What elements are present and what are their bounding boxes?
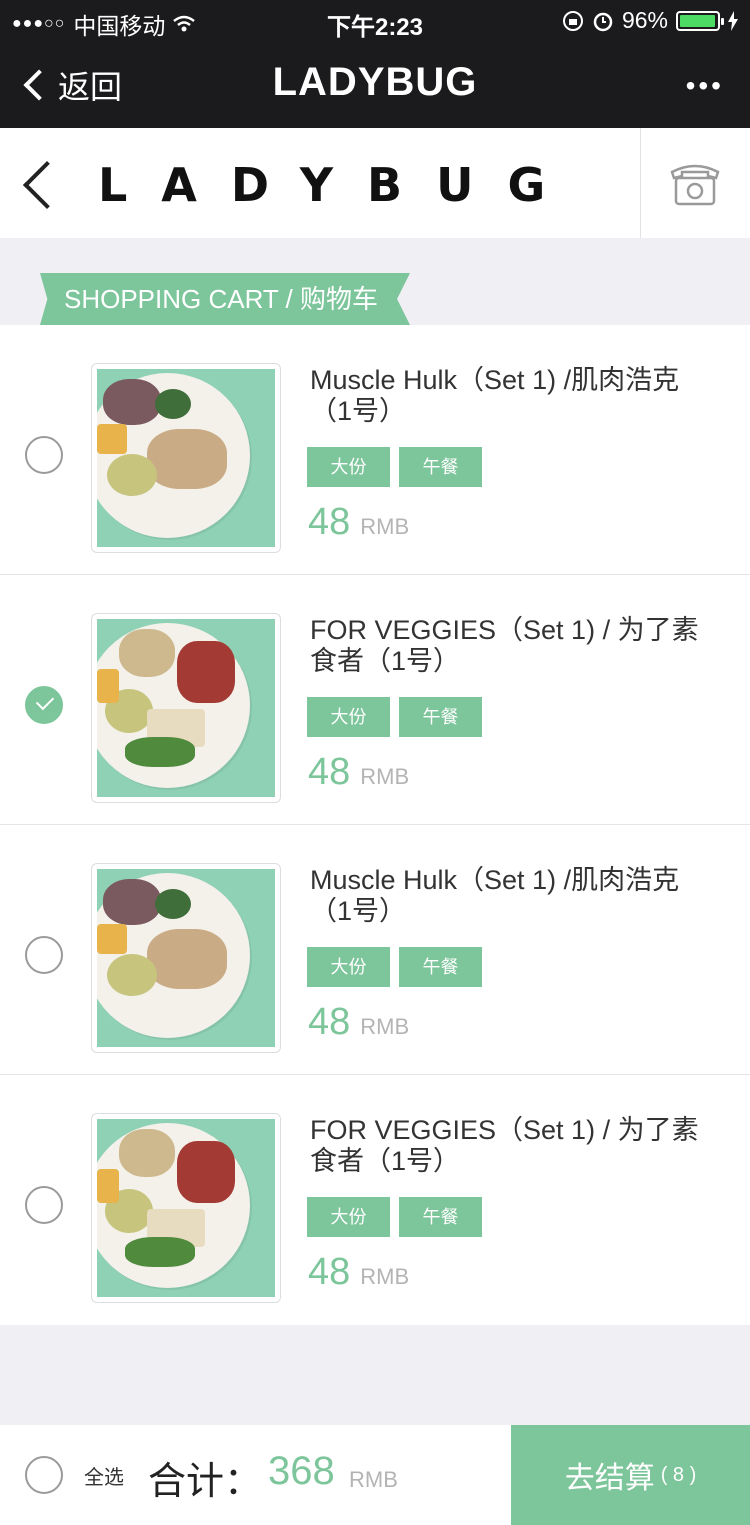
food-carrot — [97, 1169, 119, 1203]
dish-image — [97, 869, 275, 1047]
item-select-radio[interactable] — [25, 686, 63, 724]
item-price-currency: RMB — [360, 514, 410, 539]
checkout-count: ( 8 ) — [660, 1463, 697, 1486]
dish-image — [97, 1119, 275, 1297]
item-thumbnail[interactable] — [91, 1113, 281, 1303]
total-currency: RMB — [349, 1467, 398, 1492]
item-tag: 大份 — [307, 697, 390, 737]
cart-item[interactable]: FOR VEGGIES（Set 1) / 为了素食者（1号） 大份 午餐 48 RMB — [0, 575, 750, 825]
header-divider — [640, 128, 641, 238]
food-hummus — [107, 954, 157, 996]
item-price-currency: RMB — [360, 1014, 410, 1039]
item-thumbnail[interactable] — [91, 363, 281, 553]
item-name[interactable]: Muscle Hulk（Set 1) /肌肉浩克（1号） — [310, 365, 720, 427]
nav-bar: 返回 LADYBUG ••• — [0, 40, 750, 128]
item-price-value: 48 — [308, 501, 351, 543]
checkout-label: 去结算 — [564, 1462, 655, 1495]
section-ribbon: SHOPPING CART / 购物车 — [40, 273, 410, 325]
item-select-radio[interactable] — [25, 936, 63, 974]
item-price-value: 48 — [308, 1001, 351, 1043]
alarm-icon — [593, 12, 613, 31]
item-price: 48 RMB — [308, 751, 409, 794]
page-title: LADYBUG — [272, 60, 478, 104]
item-tags: 大份 午餐 — [307, 697, 482, 737]
food-rice — [103, 879, 161, 925]
item-price-currency: RMB — [360, 764, 410, 789]
item-price-value: 48 — [308, 751, 351, 793]
item-select-radio[interactable] — [25, 1186, 63, 1224]
charging-icon — [728, 10, 738, 31]
item-tag: 午餐 — [399, 697, 482, 737]
food-beets — [177, 641, 235, 703]
item-tag: 大份 — [307, 1197, 390, 1237]
item-name[interactable]: Muscle Hulk（Set 1) /肌肉浩克（1号） — [310, 865, 720, 927]
orientation-lock-icon — [562, 10, 583, 31]
food-greens — [155, 889, 191, 919]
food-rice — [103, 379, 161, 425]
food-arugula — [125, 1237, 195, 1267]
item-tag: 大份 — [307, 447, 390, 487]
item-price: 48 RMB — [308, 501, 409, 544]
item-price-currency: RMB — [360, 1264, 410, 1289]
cart-item[interactable]: FOR VEGGIES（Set 1) / 为了素食者（1号） 大份 午餐 48 RMB — [0, 1075, 750, 1325]
select-all-radio[interactable] — [25, 1456, 63, 1494]
food-grains — [119, 629, 175, 677]
phone-icon[interactable] — [668, 158, 722, 208]
food-beets — [177, 1141, 235, 1203]
item-tags: 大份 午餐 — [307, 947, 482, 987]
checkout-bar: 全选 合计： 368 RMB 去结算 ( 8 ) — [0, 1425, 750, 1525]
brand-logo-text: LADYBUG — [98, 158, 580, 212]
food-carrot — [97, 924, 127, 954]
brand-logo[interactable]: LADYBUG — [18, 158, 579, 212]
item-price: 48 RMB — [308, 1251, 409, 1294]
cart-item[interactable]: Muscle Hulk（Set 1) /肌肉浩克（1号） 大份 午餐 48 RMB — [0, 825, 750, 1075]
item-thumbnail[interactable] — [91, 863, 281, 1053]
dish-image — [97, 369, 275, 547]
item-tag: 午餐 — [399, 1197, 482, 1237]
item-tag: 大份 — [307, 947, 390, 987]
item-thumbnail[interactable] — [91, 613, 281, 803]
food-hummus — [107, 454, 157, 496]
food-carrot — [97, 424, 127, 454]
item-select-radio[interactable] — [25, 436, 63, 474]
food-greens — [155, 389, 191, 419]
total-label: 合计： — [148, 1461, 263, 1503]
item-tag: 午餐 — [399, 947, 482, 987]
cart-list: Muscle Hulk（Set 1) /肌肉浩克（1号） 大份 午餐 48 RMB FOR… — [0, 325, 750, 1325]
food-grains — [119, 1129, 175, 1177]
item-tags: 大份 午餐 — [307, 447, 482, 487]
food-carrot — [97, 669, 119, 703]
battery-icon — [676, 10, 724, 31]
item-price: 48 RMB — [308, 1001, 409, 1044]
item-name[interactable]: FOR VEGGIES（Set 1) / 为了素食者（1号） — [310, 615, 720, 677]
item-tags: 大份 午餐 — [307, 1197, 482, 1237]
top-bar: ●●●○○ 中国移动 下午2:23 96% 返回 LADYBUG ••• — [0, 0, 750, 128]
dish-image — [97, 619, 275, 797]
food-chicken — [147, 429, 227, 489]
cart-item[interactable]: Muscle Hulk（Set 1) /肌肉浩克（1号） 大份 午餐 48 RMB — [0, 325, 750, 575]
checkout-button[interactable]: 去结算 ( 8 ) — [511, 1425, 750, 1525]
brand-header: LADYBUG — [0, 128, 750, 238]
item-price-value: 48 — [308, 1251, 351, 1293]
food-chicken — [147, 929, 227, 989]
item-name[interactable]: FOR VEGGIES（Set 1) / 为了素食者（1号） — [310, 1115, 720, 1177]
chevron-left-icon — [22, 160, 72, 210]
battery-percent: 96% — [621, 7, 668, 33]
total-value: 368 — [268, 1449, 335, 1493]
more-button[interactable]: ••• — [686, 70, 724, 102]
item-tag: 午餐 — [399, 447, 482, 487]
status-bar: ●●●○○ 中国移动 下午2:23 96% — [0, 0, 750, 41]
select-all-label[interactable]: 全选 — [84, 1461, 124, 1490]
food-arugula — [125, 737, 195, 767]
